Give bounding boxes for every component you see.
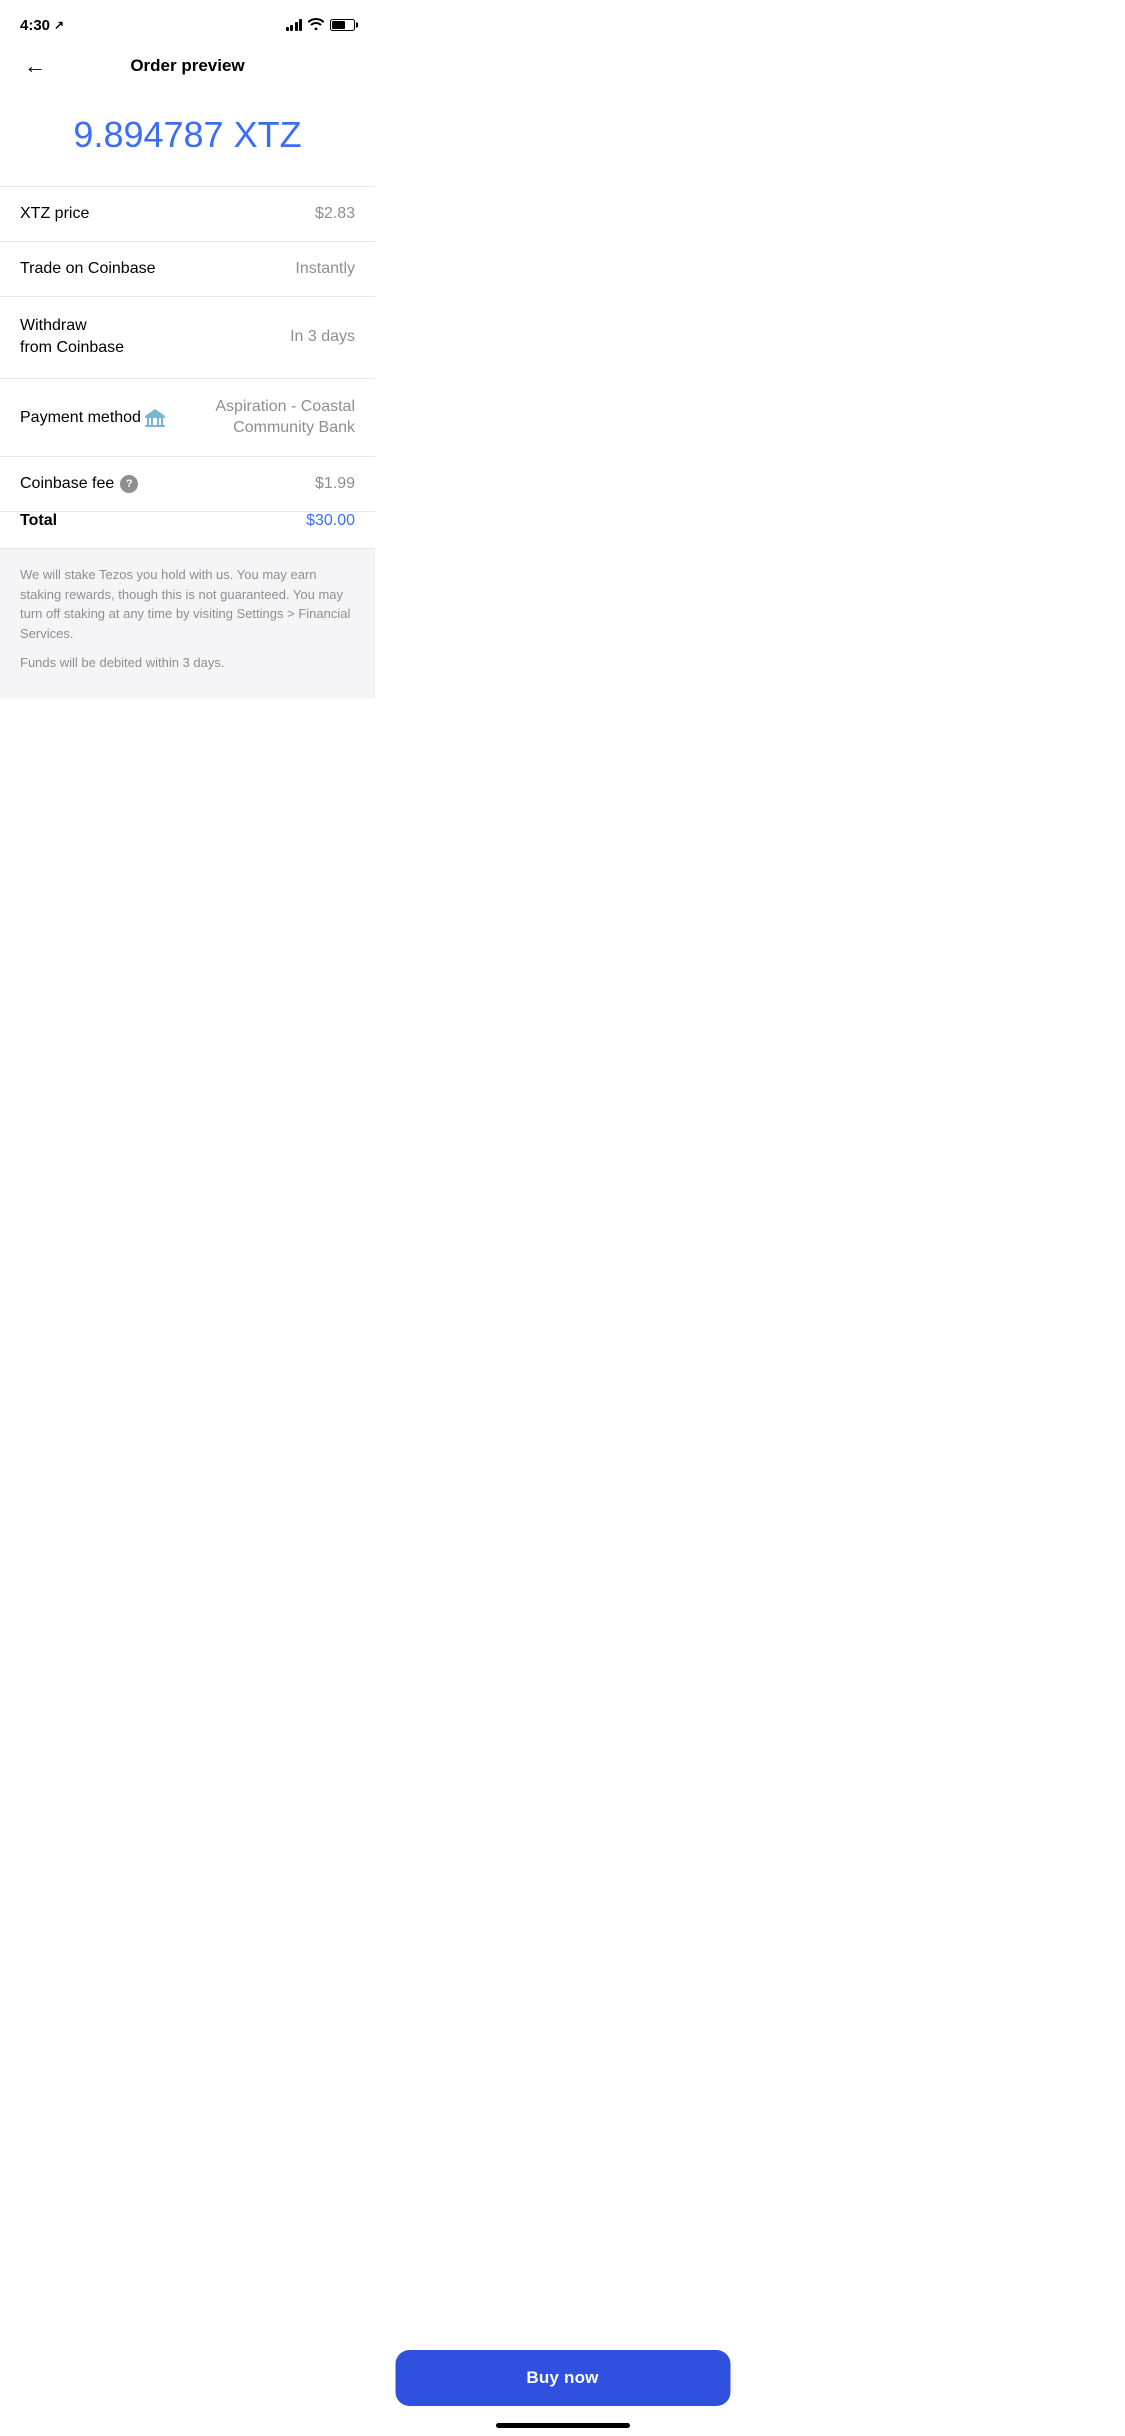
status-time: 4:30 ↗ [20,17,64,34]
help-icon[interactable]: ? [120,475,138,493]
status-bar: 4:30 ↗ [0,0,375,44]
payment-label: Payment method [20,409,141,427]
fee-row: Coinbase fee ? $1.99 [20,475,355,493]
buy-section: Buy now [395,2350,730,2406]
wifi-icon [308,18,324,33]
total-label: Total [20,512,57,530]
bank-icon [143,406,167,430]
withdraw-label: Withdrawfrom Coinbase [20,315,124,360]
fee-section: Coinbase fee ? $1.99 [0,457,375,512]
home-indicator [496,2423,630,2428]
bank-name: Aspiration - Coastal Community Bank [175,397,355,439]
page-title: Order preview [130,56,244,76]
back-button[interactable]: ← [20,49,50,83]
nav-header: ← Order preview [0,44,375,84]
xtz-price-row: XTZ price $2.83 [0,187,375,242]
disclaimer-funds: Funds will be debited within 3 days. [20,653,355,673]
fee-value: $1.99 [315,475,355,493]
xtz-price-value: $2.83 [315,205,355,223]
crypto-amount: 9.894787 XTZ [20,114,355,156]
battery-icon [330,19,355,31]
signal-icon [286,19,303,31]
location-icon: ↗ [54,18,64,32]
xtz-price-label: XTZ price [20,205,89,223]
status-icons [286,18,356,33]
disclaimer-section: We will stake Tezos you hold with us. Yo… [0,549,375,699]
payment-method-row: Payment method Aspiration - Coastal Comm… [0,379,375,458]
withdraw-value: In 3 days [290,328,355,346]
trade-value: Instantly [295,260,355,278]
buy-now-button[interactable]: Buy now [395,2350,730,2406]
withdraw-row: Withdrawfrom Coinbase In 3 days [0,297,375,379]
total-value: $30.00 [306,512,355,530]
payment-value: Aspiration - Coastal Community Bank [143,397,355,439]
amount-section: 9.894787 XTZ [0,84,375,186]
total-row: Total $30.00 [0,512,375,548]
fee-label: Coinbase fee ? [20,475,138,493]
disclaimer-staking: We will stake Tezos you hold with us. Yo… [20,565,355,643]
trade-label: Trade on Coinbase [20,260,156,278]
trade-row: Trade on Coinbase Instantly [0,242,375,297]
